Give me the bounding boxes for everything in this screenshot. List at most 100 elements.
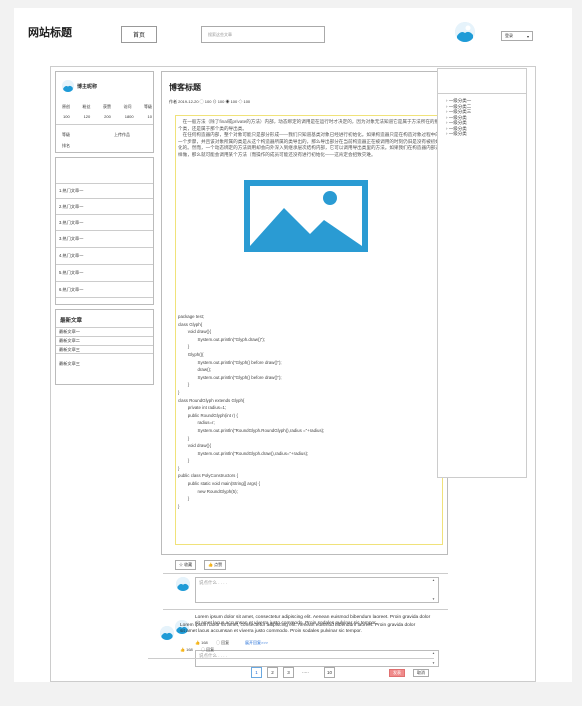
hot-article-item[interactable]: 6.热门文章一	[56, 281, 153, 298]
profile-stats-labels: 原创 粉丝 获赞 访问 等级	[62, 104, 152, 110]
page-button[interactable]: 10	[324, 667, 335, 678]
post-title: 博客标题	[169, 83, 201, 92]
code-line: }	[178, 503, 180, 509]
upload-link[interactable]: 上传作品	[114, 132, 130, 138]
latest-article-item[interactable]: 最新文章三	[56, 357, 153, 371]
post-paragraph: 在一般方法（除了final或private的方法）内部，动态绑定的调用是在运行时…	[178, 119, 440, 157]
latest-title: 最新文章	[60, 318, 83, 324]
stat-label: 粉丝	[82, 104, 91, 109]
hot-article-item[interactable]: 2.热门文章一	[56, 198, 153, 214]
page-button[interactable]: 1	[251, 667, 262, 678]
scroll-up-icon[interactable]: ▲	[432, 651, 435, 655]
stat-value: 100	[63, 114, 70, 119]
latest-articles-panel: 最新文章 最新文章一 最新文章二 最新文章三 最新文章三	[55, 309, 154, 385]
login-label: 登录	[505, 33, 513, 38]
comment-likes[interactable]: 👍 168	[180, 647, 193, 652]
page-button[interactable]: 2	[267, 667, 278, 678]
profile-name: 博主昵称	[77, 84, 98, 90]
scroll-down-icon[interactable]: ▼	[432, 661, 435, 665]
code-line: System.out.println("RoundGlyph.RoundGlyp…	[178, 427, 325, 433]
like-button[interactable]: 👍 点赞	[204, 560, 227, 570]
code-line: }	[178, 389, 180, 395]
code-line: new RoundGlyph(5);	[178, 488, 238, 494]
code-line: public class PolyConstructors {	[178, 473, 239, 479]
site-header: 网站标题 首页 搜索这些文章 登录 ▾	[14, 8, 572, 62]
code-line: void draw(){	[178, 329, 211, 335]
category-panel: › 一级分类一 › 一级分类二 › 一级分类三 › 一级分类 › 一级分类 › …	[437, 68, 527, 478]
code-line: System.out.println("Glyph() before draw(…	[178, 359, 282, 365]
hot-article-item[interactable]: 4.热门文章一	[56, 247, 153, 264]
post-code-block: package test; class Glyph{ void draw(){ S…	[178, 313, 440, 510]
category-label: 一级分类三	[448, 109, 472, 114]
search-input[interactable]: 搜索这些文章	[201, 26, 325, 43]
comment-text: Lorem ipsum dolor sit amet, consectetur …	[180, 623, 416, 634]
code-line: }	[178, 465, 180, 471]
code-line: void draw(){	[178, 443, 211, 449]
profile-card: 博主昵称 原创 粉丝 获赞 访问 等级 100 120 200 1800 10 …	[55, 71, 154, 153]
code-line: }	[178, 435, 190, 441]
stat-label: 访问	[123, 104, 132, 109]
stat-value: 1800	[124, 114, 134, 119]
code-line: private int radius=1;	[178, 405, 227, 411]
comment-avatar-icon	[160, 626, 174, 640]
profile-avatar-icon	[62, 80, 74, 92]
category-list: › 一级分类一 › 一级分类二 › 一级分类三 › 一级分类 › 一级分类 › …	[446, 98, 471, 137]
cancel-reply-button[interactable]: 取消	[413, 669, 429, 677]
comment-input[interactable]: 说点什么 . . . .	[195, 577, 439, 603]
rank-label: 排名	[62, 143, 70, 148]
stat-value: 120	[83, 114, 91, 119]
post-image-icon	[244, 180, 368, 252]
category-label: 一级分类	[448, 125, 467, 131]
stat-label: 等级	[144, 104, 152, 109]
code-line: System.out.println("Glyph() before draw(…	[178, 374, 282, 380]
category-item[interactable]: › 一级分类	[446, 131, 471, 137]
pagination-ellipsis: .....	[302, 669, 309, 675]
login-select[interactable]: 登录 ▾	[501, 31, 533, 41]
comment-reply-button[interactable]: ◯ 回复	[216, 640, 229, 646]
scroll-down-icon[interactable]: ▼	[432, 597, 435, 601]
commenter-avatar-icon	[176, 577, 190, 591]
home-button[interactable]: 首页	[121, 26, 157, 43]
code-line: draw();	[178, 367, 212, 373]
latest-article-item[interactable]: 最新文章三	[56, 345, 153, 354]
category-label: 一级分类二	[448, 103, 472, 109]
category-label: 一级分类	[448, 131, 467, 136]
profile-stats-values: 100 120 200 1800 10	[63, 114, 152, 119]
hot-article-item[interactable]: 1.热门文章一	[56, 183, 153, 198]
code-line: class RoundGlyph extends Glyph{	[178, 397, 245, 403]
category-label: 一级分类一	[448, 98, 472, 103]
comment-reply-button[interactable]: ◯ 回复	[201, 647, 214, 653]
latest-article-item[interactable]: 最新文章一	[56, 327, 153, 336]
divider	[163, 573, 448, 574]
submit-reply-button[interactable]: 发表	[389, 669, 405, 677]
chevron-down-icon: ▾	[526, 34, 529, 39]
category-label: 一级分类	[448, 114, 467, 120]
code-line: class Glyph{	[178, 321, 203, 327]
favorite-button[interactable]: ☆ 收藏	[175, 560, 197, 570]
code-line: }	[178, 496, 190, 502]
divider	[148, 658, 434, 659]
code-line: }	[178, 382, 190, 388]
stat-label: 获赞	[103, 104, 111, 109]
divider	[56, 124, 153, 125]
page-button[interactable]: 3	[283, 667, 294, 678]
hot-article-item[interactable]: 5.热门文章一	[56, 264, 153, 281]
divider	[163, 609, 448, 610]
expand-replies-link[interactable]: 展开回复>>>	[245, 640, 268, 646]
stat-value: 200	[104, 114, 111, 119]
stat-label: 原创	[62, 104, 70, 109]
code-line: }	[178, 458, 190, 464]
level-label: 等级	[62, 132, 70, 137]
divider	[438, 93, 526, 94]
hot-article-item[interactable]: 3.热门文章一	[56, 214, 153, 230]
site-title: 网站标题	[28, 27, 72, 39]
code-line: }	[178, 344, 190, 350]
category-label: 一级分类	[448, 120, 467, 125]
scroll-up-icon[interactable]: ▲	[432, 578, 435, 582]
code-line: System.out.println("RoundGlyph.draw(),ra…	[178, 450, 309, 456]
comment-likes[interactable]: 👍 168	[195, 640, 208, 645]
latest-article-item[interactable]: 最新文章二	[56, 336, 153, 345]
user-avatar-icon[interactable]	[455, 22, 475, 42]
code-line: System.out.println("Glyph.draw()");	[178, 336, 266, 342]
hot-article-item[interactable]: 3.热门文章一	[56, 230, 153, 247]
